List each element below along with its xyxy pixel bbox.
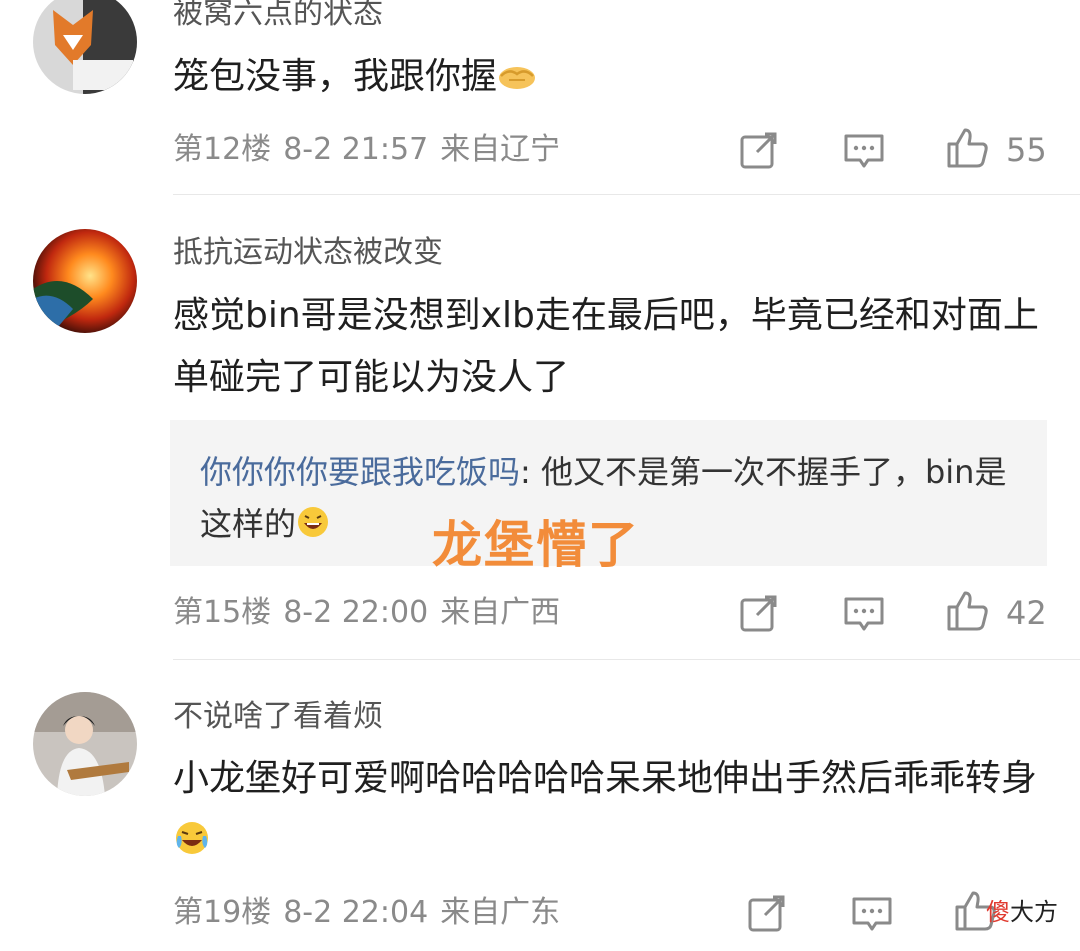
comment-meta: 第19楼 8-2 22:04 来自广东 xyxy=(173,893,572,933)
floor-label: 第19楼 xyxy=(173,895,272,930)
comment-username[interactable]: 不说啥了看着烦 xyxy=(173,697,383,737)
avatar[interactable] xyxy=(33,692,137,796)
timestamp: 8-2 22:04 xyxy=(283,895,429,930)
comment-item: 不说啥了看着烦 小龙堡好可爱啊哈哈哈哈哈呆呆地伸出手然后乖乖转身 第19楼 8-2… xyxy=(0,0,1080,951)
watermark-part2: 大方 xyxy=(1010,898,1058,926)
reply-icon[interactable] xyxy=(850,891,894,935)
comment-body: 小龙堡好可爱啊哈哈哈哈哈呆呆地伸出手然后乖乖转身 xyxy=(173,758,1038,799)
comment-text: 小龙堡好可爱啊哈哈哈哈哈呆呆地伸出手然后乖乖转身 xyxy=(173,748,1043,876)
watermark: 傻大方 xyxy=(986,892,1058,927)
laugh-cry-emoji xyxy=(173,814,211,876)
comment-feed: 被窝六点的状态 笼包没事，我跟你握 第12楼8-2 21:57来自辽宁 55 xyxy=(0,0,1080,951)
share-icon[interactable] xyxy=(745,891,789,935)
watermark-part1: 傻 xyxy=(986,898,1010,926)
location: 来自广东 xyxy=(440,895,561,930)
